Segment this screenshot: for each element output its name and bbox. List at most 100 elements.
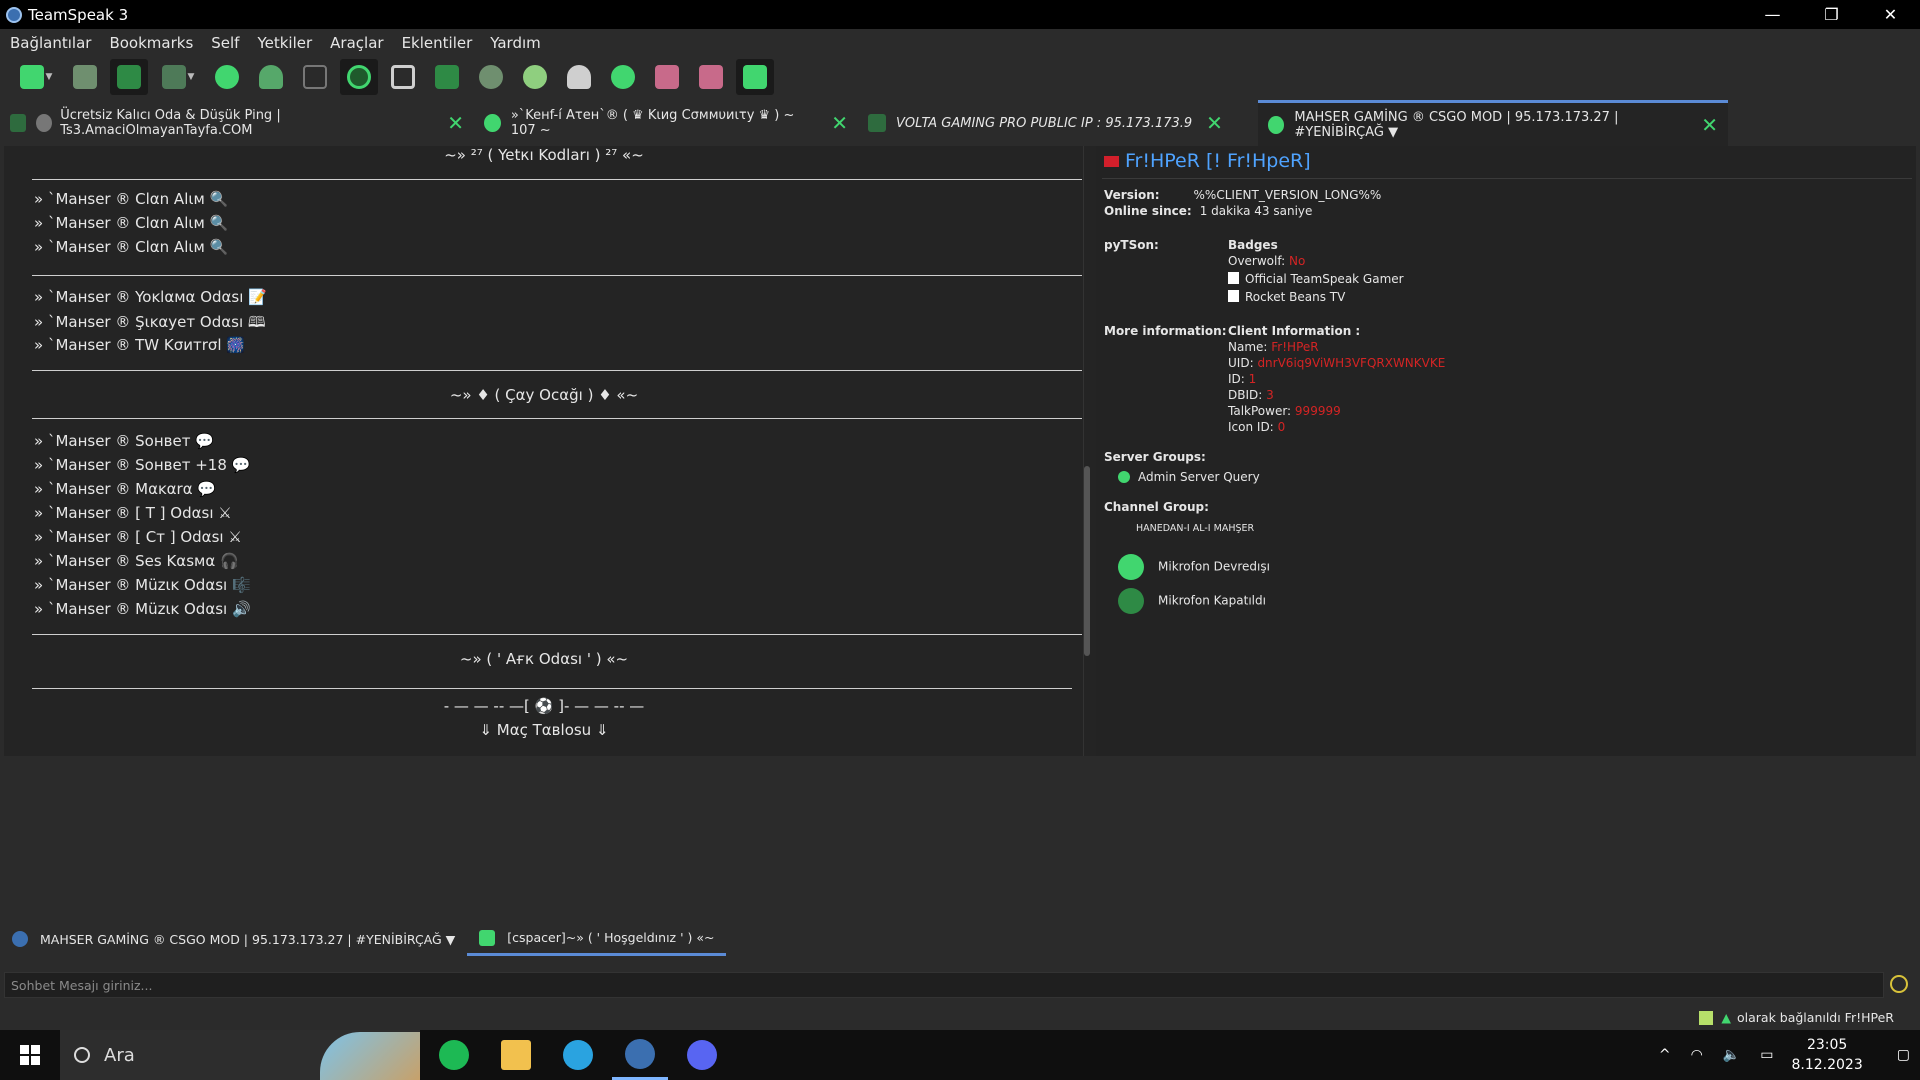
more-info-label: More information: — [1104, 324, 1227, 338]
status-square-icon — [1699, 1010, 1714, 1025]
settings-button[interactable] — [604, 59, 642, 95]
channel-item[interactable]: » `Mанser ® Yoĸlαмα Odαsı 📝 — [34, 288, 267, 306]
info-divider — [1102, 178, 1912, 179]
tab-server-chat[interactable]: MAHSER GAMİNG ® CSGO MOD | 95.173.173.27… — [0, 922, 467, 956]
volume-icon[interactable]: 🔈 — [1723, 1047, 1740, 1063]
network-icon[interactable]: ◠ — [1691, 1047, 1703, 1063]
menu-plugins[interactable]: Eklentiler — [402, 34, 473, 52]
mic-on-button[interactable] — [516, 59, 554, 95]
talk-icon — [215, 65, 239, 89]
spotify-icon — [439, 1040, 469, 1070]
contacts-button[interactable] — [252, 59, 290, 95]
emoji-icon[interactable] — [1890, 975, 1908, 993]
taskbar-teamspeak[interactable] — [612, 1030, 668, 1080]
mute-sound-button[interactable]: ▼ — [154, 59, 202, 95]
info-uid-value: dnrV6iq9ViWH3VFQRXWNKVKE — [1257, 356, 1446, 370]
menu-help[interactable]: Yardım — [490, 34, 541, 52]
taskbar-file-explorer[interactable] — [488, 1030, 544, 1080]
channel-item[interactable]: » `Mанser ® Müzιĸ Odαsı 🎼 — [34, 576, 251, 594]
record-button[interactable] — [340, 59, 378, 95]
notifications-icon[interactable]: ▢ — [1897, 1047, 1910, 1063]
channel-item[interactable]: » `Mанser ® Clαn Alιм 🔍 — [34, 190, 228, 208]
menu-self[interactable]: Self — [211, 34, 239, 52]
taskbar-spotify[interactable] — [426, 1030, 482, 1080]
channel-item[interactable]: » `Mанser ® Clαn Alιм 🔍 — [34, 238, 228, 256]
server-group-icon — [1118, 471, 1130, 483]
close-tab-icon[interactable]: ✕ — [1701, 113, 1718, 137]
tray-overflow-icon[interactable]: ^ — [1659, 1047, 1671, 1063]
version-row: Version: %%CLIENT_VERSION_LONG%% — [1104, 188, 1381, 202]
channel-spacer[interactable]: - — — -- —[ ⚽ ]- — — -- — — [4, 697, 1084, 715]
tab-channel-chat[interactable]: [cspacer]~» ( ' Hoşgeldınız ' ) «~ — [467, 922, 727, 956]
channel-spacer[interactable]: ~» ( ' Aғк Odαsı ' ) «~ — [4, 650, 1084, 668]
channel-spacer[interactable]: ~» ♦ ( Çαу Ocαğı ) ♦ «~ — [4, 386, 1084, 404]
close-window-button[interactable]: ✕ — [1861, 0, 1920, 29]
channel-item[interactable]: » `Mанser ® [ Cт ] Odαsı ⚔ — [34, 528, 242, 546]
channel-item[interactable]: » `Mанser ® Ses Kαѕмα 🎧 — [34, 552, 239, 570]
minimize-button[interactable]: — — [1743, 0, 1802, 29]
bat-icon — [10, 114, 27, 132]
chat-message-input[interactable]: Sohbet Mesajı giriniz... — [4, 972, 1884, 998]
file-explorer-icon — [501, 1040, 531, 1070]
talk-button[interactable] — [208, 59, 246, 95]
badge-row: Rocket Beans TV — [1228, 290, 1345, 304]
channel-item[interactable]: » `Mанser ® Müzιĸ Odαsı 🔊 — [34, 600, 251, 618]
tab-server-4[interactable]: MAHSER GAMİNG ® CSGO MOD | 95.173.173.27… — [1258, 100, 1728, 146]
taskbar-edge[interactable] — [550, 1030, 606, 1080]
channel-item[interactable]: » `Mанser ® Mαĸαrα 💬 — [34, 480, 216, 498]
taskbar-discord[interactable] — [674, 1030, 730, 1080]
channel-tree-scrollbar[interactable] — [1084, 466, 1090, 656]
channel-spacer[interactable]: ~» ²⁷ ( Yetкı Kodları ) ²⁷ «~ — [4, 146, 1084, 164]
connect-button[interactable]: ▼ — [12, 59, 60, 95]
ban-button[interactable] — [428, 59, 466, 95]
channel-item[interactable]: » `Mанser ® Soнвeт +18 💬 — [34, 456, 250, 474]
menu-permissions[interactable]: Yetkiler — [257, 34, 312, 52]
channel-spacer[interactable]: ⇓ Mαç Tαвlosu ⇓ — [4, 721, 1084, 739]
tab-server-1[interactable]: Ücretsiz Kalıcı Oda & Düşük Ping | Ts3.A… — [0, 100, 474, 146]
menu-bookmarks[interactable]: Bookmarks — [109, 34, 193, 52]
close-tab-icon[interactable]: ✕ — [831, 111, 848, 135]
info-name-value: Fr!HPeR — [1271, 340, 1319, 354]
disconnect-button[interactable] — [66, 59, 104, 95]
system-tray: ^ ◠ 🔈 ▭ 23:05 8.12.2023 ▢ — [1649, 1030, 1920, 1080]
info-id-label: ID: — [1228, 372, 1245, 386]
add-user-button[interactable] — [560, 59, 598, 95]
close-tab-icon[interactable]: ✕ — [1206, 111, 1223, 135]
channel-item[interactable]: » `Mанser ® TW Kσитrσl 🎆 — [34, 336, 245, 354]
channel-item[interactable]: » `Mанser ® Clαn Alιм 🔍 — [34, 214, 228, 232]
restore-button[interactable]: ❐ — [1802, 0, 1861, 29]
channel-item[interactable]: » `Mанser ® Şιĸαyeт Odαsı 🕮 — [34, 312, 266, 337]
battery-icon[interactable]: ▭ — [1760, 1047, 1773, 1063]
away-button[interactable] — [110, 59, 148, 95]
tab-server-2[interactable]: »`Keнf-í Aτeн`® ( ♛ Kιиg Cσммυиιτу ♛ ) ~… — [474, 100, 858, 146]
tab-label: VOLTA GAMING PRO PUBLIC IP : 95.173.173.… — [896, 115, 1193, 131]
window-button[interactable] — [384, 59, 422, 95]
channel-item[interactable]: » `Mанser ® [ T ] Odαsı ⚔ — [34, 504, 232, 522]
taskbar-clock[interactable]: 23:05 8.12.2023 — [1792, 1035, 1863, 1075]
info-name-row: Name: Fr!HPeR — [1228, 340, 1319, 354]
channel-item[interactable]: » `Mанser ® Soнвeт 💬 — [34, 432, 214, 450]
search-icon — [74, 1047, 90, 1063]
taskbar-search[interactable]: Ara — [60, 1030, 420, 1080]
poke-s-button[interactable] — [692, 59, 730, 95]
menu-tools[interactable]: Araçlar — [330, 34, 383, 52]
menu-connections[interactable]: Bağlantılar — [10, 34, 91, 52]
mute-sound-icon — [161, 65, 186, 89]
status-icon — [743, 65, 767, 89]
bat-button[interactable] — [296, 59, 334, 95]
dropdown-arrow-icon: ▼ — [187, 72, 195, 82]
tab-server-3[interactable]: VOLTA GAMING PRO PUBLIC IP : 95.173.173.… — [858, 100, 1258, 146]
mic-off-button[interactable] — [472, 59, 510, 95]
away-icon — [117, 65, 141, 89]
close-tab-icon[interactable]: ✕ — [447, 111, 464, 135]
poke-c-button[interactable] — [648, 59, 686, 95]
start-button[interactable] — [0, 1030, 60, 1080]
badges-label: Badges — [1228, 238, 1278, 252]
poke-c-icon — [655, 65, 679, 89]
info-iconid-value: 0 — [1277, 420, 1286, 434]
record-icon — [347, 65, 371, 89]
poke-s-icon — [699, 65, 723, 89]
window-controls: — ❐ ✕ — [1743, 0, 1920, 29]
status-button[interactable] — [736, 59, 774, 95]
mic-disabled-icon — [1118, 554, 1144, 580]
